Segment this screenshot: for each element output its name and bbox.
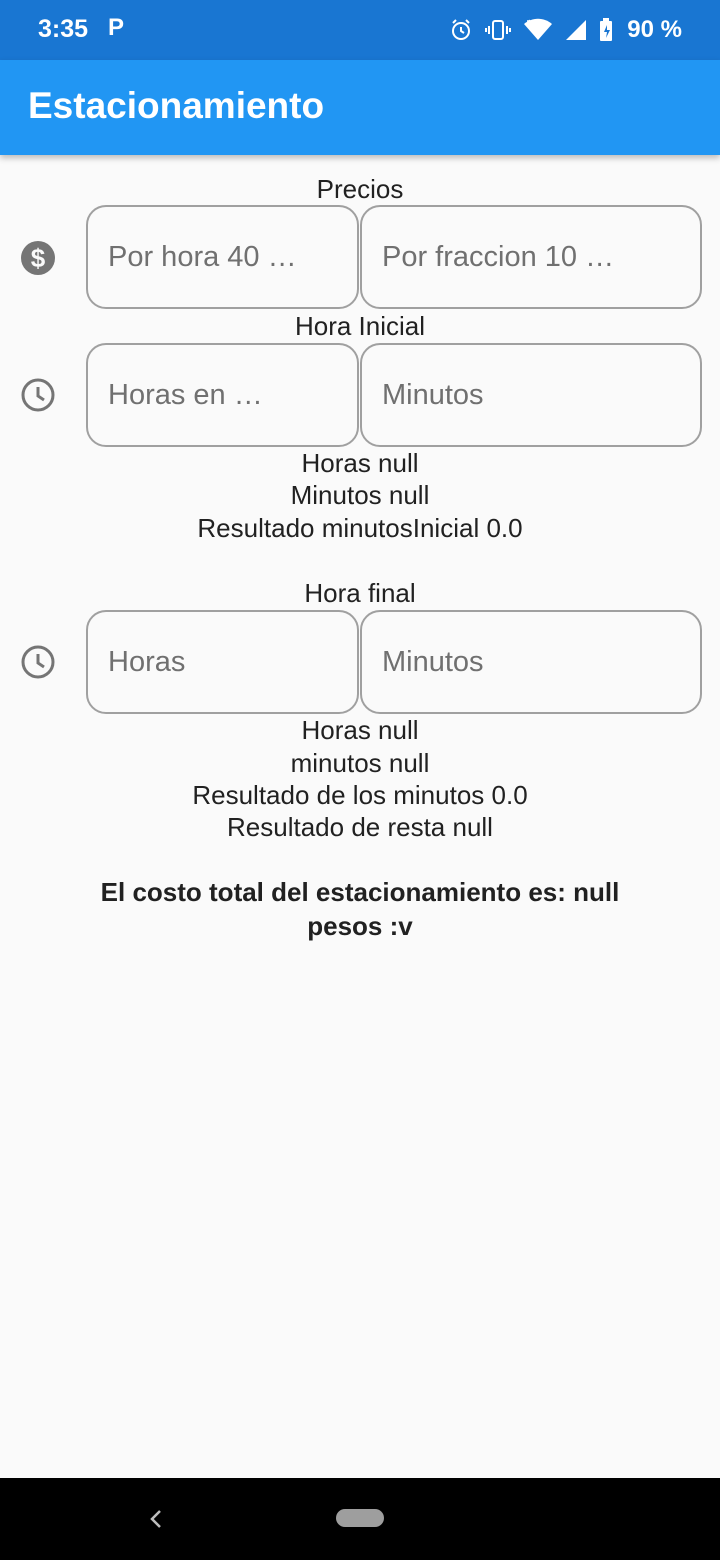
alarm-icon: [452, 19, 471, 40]
dollar-icon: $: [21, 241, 55, 275]
status-bar: 3:35 P 90 %: [0, 0, 720, 60]
svg-text:$: $: [31, 243, 46, 273]
wifi-icon: [524, 18, 553, 40]
end-time-label: Hora final: [304, 578, 416, 608]
back-icon[interactable]: [145, 1506, 167, 1532]
clock-icon: [21, 645, 55, 679]
end-minutes-text: minutos null: [290, 748, 430, 778]
battery-percent: 90 %: [627, 16, 682, 43]
end-minutes-input[interactable]: [360, 610, 702, 714]
start-hours-text: Horas null: [301, 448, 419, 478]
status-time: 3:35: [38, 15, 89, 43]
prices-label: Precios: [316, 174, 404, 204]
start-minutes-input[interactable]: [360, 343, 702, 447]
battery-icon: [600, 18, 613, 41]
price-per-hour-input[interactable]: [86, 205, 359, 309]
clock-icon: [21, 378, 55, 412]
home-pill[interactable]: [336, 1509, 384, 1527]
vibrate-icon: [485, 20, 512, 40]
end-hours-text: Horas null: [301, 715, 419, 745]
end-hours-input[interactable]: [86, 610, 359, 714]
end-result-minutes-text: Resultado de los minutos 0.0: [192, 780, 528, 810]
signal-icon: [566, 20, 587, 40]
price-per-fraction-input[interactable]: [360, 205, 702, 309]
start-hours-input[interactable]: [86, 343, 359, 447]
app-bar: Estacionamiento: [0, 60, 720, 155]
total-cost-unit: pesos :v: [307, 911, 413, 941]
end-result-subtract-text: Resultado de resta null: [227, 812, 493, 842]
notification-letter: P: [108, 14, 125, 41]
start-result-text: Resultado minutosInicial 0.0: [197, 513, 523, 543]
start-minutes-text: Minutos null: [290, 480, 430, 510]
app-title: Estacionamiento: [28, 85, 325, 126]
start-time-label: Hora Inicial: [294, 311, 426, 341]
total-cost-text: El costo total del estacionamiento es: n…: [90, 875, 630, 943]
total-cost-line: El costo total del estacionamiento es: n…: [100, 877, 620, 907]
status-icons: 90 %: [449, 16, 682, 44]
